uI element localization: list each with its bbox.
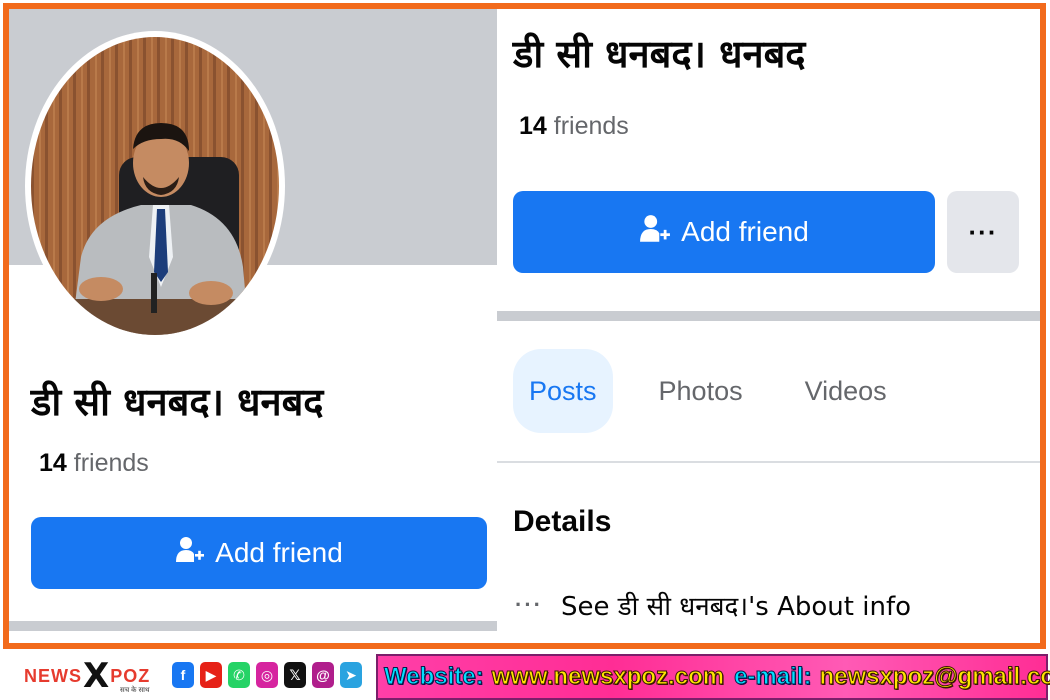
brand-bar: NEWS X POZ सच के साथ f ▶ ✆ ◎ 𝕏 @ ➤ Websi… <box>0 652 1050 700</box>
website-label: Website: <box>384 663 485 691</box>
add-friend-button[interactable]: Add friend <box>31 517 487 589</box>
website-url[interactable]: www.newsxpoz.com <box>491 663 724 691</box>
add-friend-label: Add friend <box>681 216 809 247</box>
friends-label: friends <box>553 112 629 140</box>
friends-number: 14 <box>39 449 67 477</box>
social-icons: f ▶ ✆ ◎ 𝕏 @ ➤ <box>172 662 362 688</box>
facebook-icon[interactable]: f <box>172 662 194 688</box>
profile-name: डी सी धनबद। धनबद <box>31 380 324 424</box>
profile-panel-right: डी सी धनबद। धनबद 14 friends Add friend ·… <box>497 9 1040 643</box>
tab-videos[interactable]: Videos <box>789 349 903 433</box>
add-friend-label: Add friend <box>215 537 343 568</box>
threads-icon[interactable]: @ <box>312 662 334 688</box>
person-add-icon <box>639 213 671 252</box>
more-options-button[interactable]: ··· <box>947 191 1019 273</box>
friends-label: friends <box>73 449 149 477</box>
avatar[interactable] <box>31 37 279 335</box>
contact-banner: Website: www.newsxpoz.com e-mail: newsxp… <box>376 654 1050 700</box>
friends-count[interactable]: 14 friends <box>39 449 149 478</box>
newsxpoz-logo: NEWS X POZ सच के साथ <box>24 656 151 696</box>
avatar-ring <box>25 31 285 341</box>
more-dots-icon: ··· <box>968 216 998 247</box>
friends-count[interactable]: 14 friends <box>519 112 629 141</box>
logo-x: X <box>83 656 110 696</box>
profile-tabs: Posts Photos Videos <box>513 349 903 433</box>
add-friend-button[interactable]: Add friend <box>513 191 935 273</box>
tab-posts[interactable]: Posts <box>513 349 613 433</box>
whatsapp-icon[interactable]: ✆ <box>228 662 250 688</box>
x-icon[interactable]: 𝕏 <box>284 662 306 688</box>
logo-tagline: सच के साथ <box>120 687 150 694</box>
profile-name: डी सी धनबद। धनबद <box>513 32 806 76</box>
tabs-divider <box>497 461 1040 463</box>
section-divider <box>497 311 1040 321</box>
tab-photos[interactable]: Photos <box>643 349 759 433</box>
details-heading: Details <box>513 505 612 538</box>
logo-news: NEWS <box>24 665 82 686</box>
instagram-icon[interactable]: ◎ <box>256 662 278 688</box>
about-info-label: See डी सी धनबद।'s About info <box>560 592 912 622</box>
more-dots-icon: ··· <box>515 592 543 617</box>
profile-panel-left: डी सी धनबद। धनबद 14 friends Add friend <box>9 9 497 643</box>
friends-number: 14 <box>519 112 547 140</box>
email-label: e-mail: <box>734 663 812 691</box>
logo-poz: POZ <box>110 665 151 686</box>
telegram-icon[interactable]: ➤ <box>340 662 362 688</box>
section-divider <box>9 621 497 631</box>
person-add-icon <box>175 535 205 572</box>
youtube-icon[interactable]: ▶ <box>200 662 222 688</box>
email-address[interactable]: newsxpoz@gmail.com <box>819 663 1050 691</box>
about-info-link[interactable]: ··· See डी सी धनबद।'s About info <box>515 587 911 623</box>
screenshot-frame: डी सी धनबद। धनबद 14 friends Add friend ड… <box>3 3 1046 649</box>
